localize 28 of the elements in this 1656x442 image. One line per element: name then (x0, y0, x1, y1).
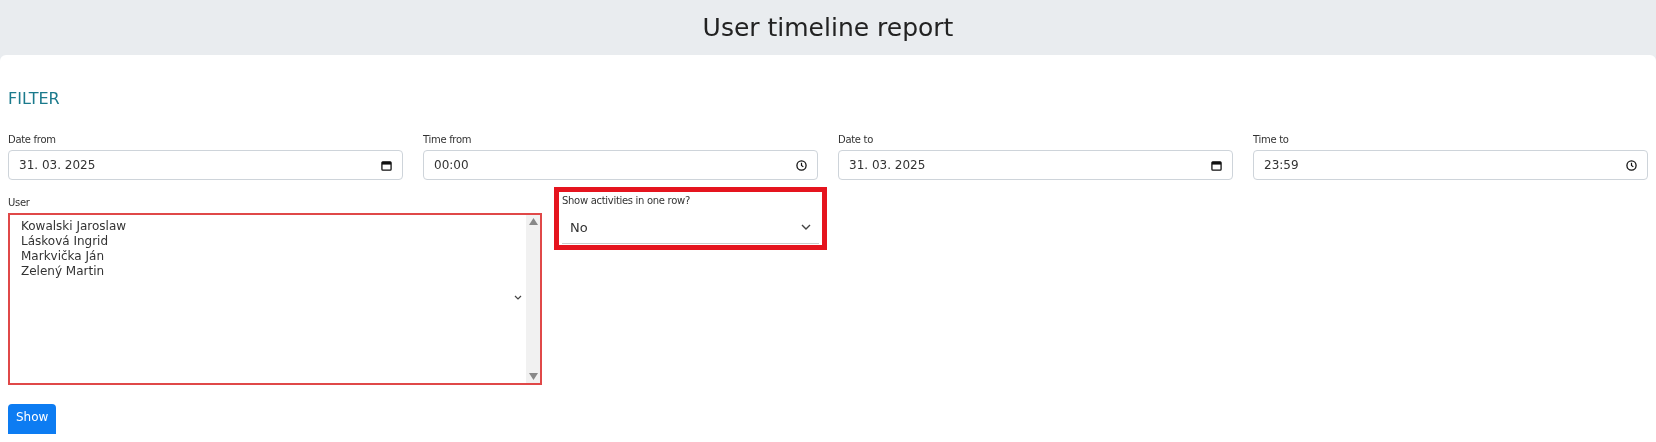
date-field[interactable]: 31. 03. 2025 (838, 150, 1233, 180)
list-option[interactable]: Lásková Ingrid (21, 234, 515, 249)
clock-icon[interactable] (796, 159, 807, 171)
clock-icon[interactable] (1626, 159, 1637, 171)
chevron-icon (514, 295, 522, 301)
scrollbar[interactable] (526, 215, 540, 383)
scroll-up-icon[interactable] (528, 218, 538, 225)
chevron-icon (801, 223, 811, 231)
show-button[interactable]: Show (8, 404, 57, 434)
list-option[interactable]: Markvička Ján (21, 249, 515, 264)
select-field[interactable]: No (562, 211, 819, 244)
field-label: Time from (423, 134, 473, 145)
page-title: User timeline report (702, 13, 954, 42)
calendar-icon[interactable] (381, 159, 392, 171)
field-label: Time to (1253, 134, 1290, 145)
time-field[interactable]: 00:00 (423, 150, 818, 180)
calendar-icon[interactable] (1211, 159, 1222, 171)
field-label: Date to (838, 134, 875, 145)
time-field[interactable]: 23:59 (1253, 150, 1648, 180)
field-label: User (8, 197, 31, 208)
section-heading: FILTER (8, 89, 61, 108)
scroll-down-icon[interactable] (528, 373, 538, 380)
user-list[interactable]: Kowalski Jaroslaw Lásková Ingrid Markvička Ján Zelený Martin (8, 213, 542, 385)
list-option[interactable]: Zelený Martin (21, 264, 515, 279)
field-label: Show activities in one row? (562, 195, 691, 206)
field-label: Date from (8, 134, 57, 145)
list-option[interactable]: Kowalski Jaroslaw (21, 219, 515, 234)
date-field[interactable]: 31. 03. 2025 (8, 150, 403, 180)
